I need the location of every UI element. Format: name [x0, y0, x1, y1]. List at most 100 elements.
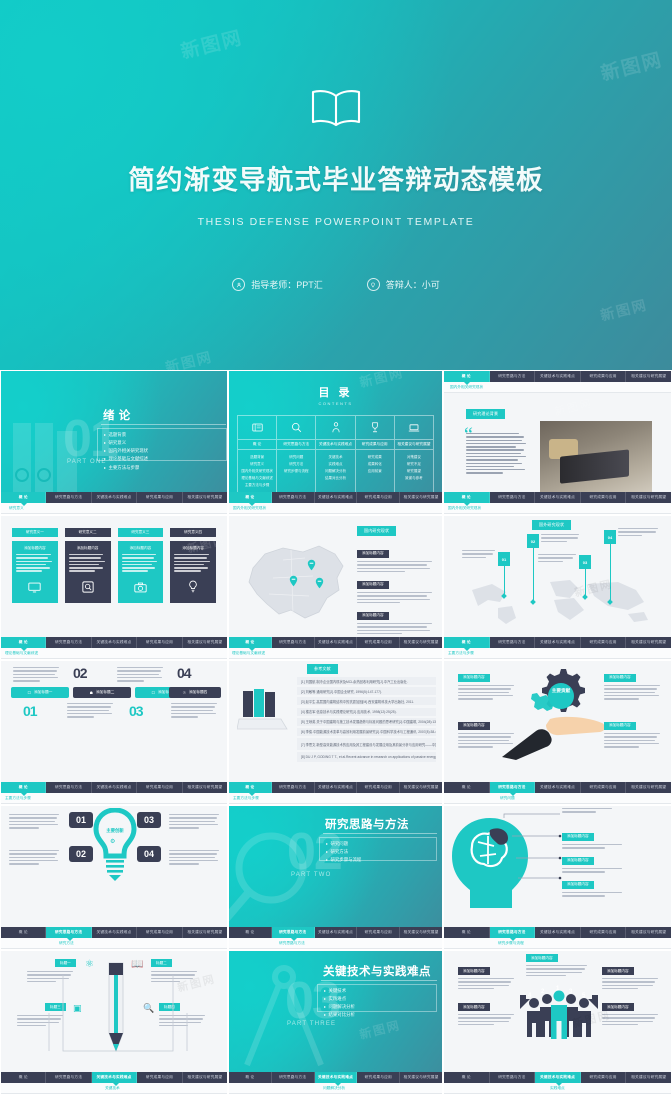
nav-item-4[interactable]: 相关建议与研究展望: [626, 637, 671, 648]
nav-item-4[interactable]: 相关建议与研究展望: [183, 927, 227, 938]
nav-item-1[interactable]: 研究思路与方法: [272, 637, 315, 648]
nav-item-0[interactable]: 概 论: [229, 492, 272, 503]
slide-nav[interactable]: 概 论 研究思路与方法 关键技术与实践难点 研究成果与应用 相关建议与研究展望 …: [1, 1072, 227, 1094]
slide-nav[interactable]: 概 论 研究思路与方法 关键技术与实践难点 研究成果与应用 相关建议与研究展望 …: [1, 782, 227, 804]
nav-item-1[interactable]: 研究思路与方法: [46, 927, 92, 938]
nav-item-0[interactable]: 概 论: [444, 492, 490, 503]
nav-item-0[interactable]: 概 论: [1, 782, 47, 793]
nav-item-2[interactable]: 关键技术与实践难点: [535, 927, 581, 938]
toc-column[interactable]: 概 论 选题背景 研究意义 国内外相关研究现状 理论基础与文献综述 主要方法与步…: [238, 416, 278, 492]
gear-callout[interactable]: 添加标题内容: [604, 665, 662, 701]
toc-column[interactable]: 研究思路与方法 研究问题 研究方法 研究步骤与流程: [277, 416, 317, 492]
brain-callout[interactable]: 添加标题内容: [562, 848, 624, 875]
card[interactable]: 研究意义一 添加标题内容: [12, 528, 58, 603]
nav-item-1[interactable]: 研究思路与方法: [272, 782, 315, 793]
nav-item-3[interactable]: 研究成果与应用: [581, 1072, 627, 1083]
slide-nav[interactable]: 概 论 研究思路与方法 关键技术与实践难点 研究成果与应用 相关建议与研究展望 …: [444, 492, 671, 514]
nav-item-0[interactable]: 概 论: [444, 927, 490, 938]
nav-item-0[interactable]: 概 论: [229, 1072, 272, 1083]
toc-column[interactable]: 研究成果与应用 研究成果 成果转化 应用前景: [355, 416, 395, 492]
gear-callout[interactable]: 添加标题内容: [604, 713, 662, 749]
nav-item-0[interactable]: 概 论: [444, 371, 490, 382]
nav-item-4[interactable]: 相关建议与研究展望: [626, 782, 671, 793]
nav-bar[interactable]: 概 论 研究思路与方法 关键技术与实践难点 研究成果与应用 相关建议与研究展望: [444, 637, 671, 648]
nav-item-3[interactable]: 研究成果与应用: [581, 492, 627, 503]
slide-main-innovation-bulb[interactable]: 01 02 03 04 主要创新 ⚙ 点击可输入用户标题文字内容，或者复制文字内…: [0, 805, 228, 950]
nav-item-0[interactable]: 概 论: [229, 637, 272, 648]
nav-item-4[interactable]: 相关建议与研究展望: [400, 782, 442, 793]
nav-item-3[interactable]: 研究成果与应用: [137, 1072, 183, 1083]
slide-team-people[interactable]: 添加标题内容 添加标题内容 添加标题内容 添加标题内容 添加标题内容 4 2 1…: [443, 950, 672, 1095]
slide-nav[interactable]: 概 论 研究思路与方法 关键技术与实践难点 研究成果与应用 相关建议与研究展望 …: [1, 637, 227, 659]
slide-section-three[interactable]: 03 PART THREE 关键技术与实践难点 关键技术 实践难点 问题解决分析…: [228, 950, 443, 1095]
slide-section-two[interactable]: 02 PART TWO 研究思路与方法 研究问题 研究方法 研究步骤与流程 概 …: [228, 805, 443, 950]
slide-pencil-infographic[interactable]: 标题一 标题二 标题三 标题四 ⚛ 📖 ▣ 🔍 新图网 概 论 研究思路与方法 …: [0, 950, 228, 1095]
nav-item-1[interactable]: 研究思路与方法: [271, 927, 315, 938]
nav-item-4[interactable]: 相关建议与研究展望: [400, 637, 442, 648]
nav-bar[interactable]: 概 论 研究思路与方法 关键技术与实践难点 研究成果与应用 相关建议与研究展望: [444, 927, 671, 938]
nav-bar[interactable]: 概 论 研究思路与方法 关键技术与实践难点 研究成果与应用 相关建议与研究展望: [229, 1072, 442, 1083]
nav-item-0[interactable]: 概 论: [229, 782, 272, 793]
slide-nav[interactable]: 概 论 研究思路与方法 关键技术与实践难点 研究成果与应用 相关建议与研究展望 …: [1, 492, 227, 514]
nav-item-2[interactable]: 关键技术与实践难点: [314, 1072, 358, 1083]
nav-item-2[interactable]: 关键技术与实践难点: [535, 1072, 581, 1083]
slide-nav[interactable]: 概 论 研究思路与方法 关键技术与实践难点 研究成果与应用 相关建议与研究展望 …: [229, 637, 442, 659]
slide-theory-background[interactable]: 概 论 研究思路与方法 关键技术与实践难点 研究成果与应用 相关建议与研究展望 …: [443, 370, 672, 515]
nav-bar[interactable]: 概 论 研究思路与方法 关键技术与实践难点 研究成果与应用 相关建议与研究展望: [1, 1072, 227, 1083]
nav-item-2[interactable]: 关键技术与实践难点: [91, 1072, 138, 1083]
nav-item-4[interactable]: 相关建议与研究展望: [626, 1072, 671, 1083]
nav-item-3[interactable]: 研究成果与应用: [357, 927, 401, 938]
nav-item-3[interactable]: 研究成果与应用: [357, 492, 401, 503]
nav-item-1[interactable]: 研究思路与方法: [46, 782, 92, 793]
nav-bar[interactable]: 概 论 研究思路与方法 关键技术与实践难点 研究成果与应用 相关建议与研究展望: [444, 782, 671, 793]
brain-callout[interactable]: 添加标题内容: [562, 872, 624, 899]
nav-item-3[interactable]: 研究成果与应用: [357, 782, 401, 793]
slide-nav[interactable]: 概 论 研究思路与方法 关键技术与实践难点 研究成果与应用 相关建议与研究展望 …: [229, 1072, 442, 1094]
nav-item-0[interactable]: 概 论: [1, 492, 47, 503]
nav-bar[interactable]: 概 论 研究思路与方法 关键技术与实践难点 研究成果与应用 相关建议与研究展望: [229, 492, 442, 503]
nav-item-1[interactable]: 研究思路与方法: [272, 1072, 315, 1083]
nav-bar[interactable]: 概 论 研究思路与方法 关键技术与实践难点 研究成果与应用 相关建议与研究展望: [1, 492, 227, 503]
nav-item-2[interactable]: 关键技术与实践难点: [92, 927, 138, 938]
nav-item-4[interactable]: 相关建议与研究展望: [626, 927, 671, 938]
slide-nav[interactable]: 概 论 研究思路与方法 关键技术与实践难点 研究成果与应用 相关建议与研究展望 …: [229, 492, 442, 514]
nav-bar[interactable]: 概 论 研究思路与方法 关键技术与实践难点 研究成果与应用 相关建议与研究展望: [1, 637, 227, 648]
nav-item-3[interactable]: 研究成果与应用: [357, 637, 401, 648]
map-marker[interactable]: 02: [527, 534, 539, 605]
map-pin[interactable]: [289, 574, 298, 592]
map-marker[interactable]: 01: [498, 552, 510, 599]
brain-callout[interactable]: 添加标题内容: [562, 824, 624, 851]
map-pin[interactable]: [315, 576, 324, 594]
nav-item-3[interactable]: 研究成果与应用: [137, 492, 183, 503]
nav-item-4[interactable]: 相关建议与研究展望: [626, 492, 671, 503]
nav-item-1[interactable]: 研究思路与方法: [46, 492, 92, 503]
nav-item-4[interactable]: 相关建议与研究展望: [183, 1072, 227, 1083]
nav-item-3[interactable]: 研究成果与应用: [581, 371, 627, 382]
slide-nav[interactable]: 概 论 研究思路与方法 关键技术与实践难点 研究成果与应用 相关建议与研究展望 …: [444, 637, 671, 659]
slide-references[interactable]: 参考文献 [1] 刘国航.制冷企业国内现状及MCL余热回收利用研究[J].中汽工…: [228, 660, 443, 805]
slide-nav[interactable]: 概 论 研究思路与方法 关键技术与实践难点 研究成果与应用 相关建议与研究展望 …: [1, 927, 227, 949]
nav-item-3[interactable]: 研究成果与应用: [137, 927, 183, 938]
nav-item-1[interactable]: 研究思路与方法: [490, 492, 536, 503]
toc-column[interactable]: 相关建议与研究展望 对策建议 研究不足 研究展望 致谢与参考: [394, 416, 434, 492]
slide-nav[interactable]: 概 论 研究思路与方法 关键技术与实践难点 研究成果与应用 相关建议与研究展望 …: [229, 782, 442, 804]
nav-item-4[interactable]: 相关建议与研究展望: [183, 492, 227, 503]
nav-item-3[interactable]: 研究成果与应用: [357, 1072, 401, 1083]
gear-callout[interactable]: 添加标题内容: [458, 713, 516, 749]
slide-four-numbered-steps[interactable]: 02 04 ☐ 添加标题一 ☗ 添加标题二 ☐ 添加标题三 ☉ 添加标题四 01…: [0, 660, 228, 805]
nav-item-0[interactable]: 概 论: [444, 782, 490, 793]
slide-nav[interactable]: 概 论 研究思路与方法 关键技术与实践难点 研究成果与应用 相关建议与研究展望 …: [229, 927, 442, 949]
nav-item-1[interactable]: 研究思路与方法: [490, 1072, 536, 1083]
nav-bar[interactable]: 概 论 研究思路与方法 关键技术与实践难点 研究成果与应用 相关建议与研究展望: [229, 782, 442, 793]
nav-item-2[interactable]: 关键技术与实践难点: [535, 492, 581, 503]
step-tab[interactable]: ☐ 添加标题一: [11, 687, 69, 698]
slide-overseas-research-map[interactable]: 国外研究现状 01 02 03 04 概 论 研究思路与方法 关键技术与实践难点…: [443, 515, 672, 660]
nav-item-4[interactable]: 相关建议与研究展望: [626, 371, 671, 382]
nav-item-4[interactable]: 相关建议与研究展望: [400, 1072, 442, 1083]
card[interactable]: 研究意义三 添加标题内容: [117, 528, 164, 603]
nav-item-2[interactable]: 关键技术与实践难点: [315, 492, 358, 503]
nav-item-4[interactable]: 相关建议与研究展望: [183, 637, 227, 648]
nav-item-2[interactable]: 关键技术与实践难点: [92, 782, 138, 793]
nav-item-2[interactable]: 关键技术与实践难点: [315, 637, 358, 648]
nav-item-0[interactable]: 概 论: [444, 637, 490, 648]
